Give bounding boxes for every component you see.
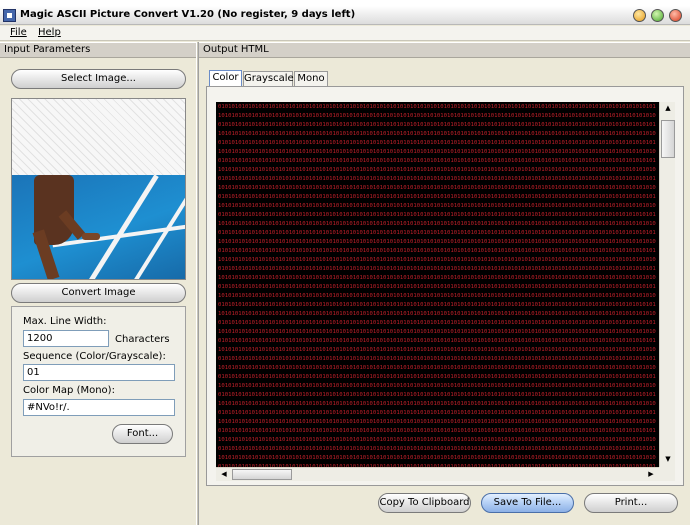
output-panel-header: Output HTML — [199, 42, 690, 58]
window-title: Magic ASCII Picture Convert V1.20 (No re… — [20, 9, 356, 20]
ascii-output-view[interactable]: 0101010101010101010101010101010101010101… — [216, 102, 659, 467]
characters-label: Characters — [115, 334, 170, 345]
menu-bar: File Help — [0, 26, 690, 41]
maximize-button[interactable] — [651, 9, 664, 22]
parameters-group: Max. Line Width: Characters Sequence (Co… — [11, 306, 186, 457]
copy-to-clipboard-button[interactable]: Copy To Clipboard — [378, 493, 471, 513]
scroll-left-icon[interactable]: ◀ — [217, 468, 231, 482]
scroll-up-icon[interactable]: ▲ — [661, 102, 675, 116]
sequence-label: Sequence (Color/Grayscale): — [23, 351, 166, 362]
scroll-down-icon[interactable]: ▼ — [661, 453, 675, 467]
minimize-button[interactable] — [633, 9, 646, 22]
panel-splitter[interactable] — [196, 42, 199, 525]
tab-color[interactable]: Color — [209, 70, 242, 87]
sequence-input[interactable] — [23, 364, 175, 381]
vertical-scroll-thumb[interactable] — [661, 120, 675, 158]
convert-image-button[interactable]: Convert Image — [11, 283, 186, 303]
menu-help[interactable]: Help — [38, 27, 61, 38]
close-button[interactable] — [669, 9, 682, 22]
max-line-width-label: Max. Line Width: — [23, 316, 107, 327]
input-panel-header: Input Parameters — [0, 42, 196, 58]
tab-mono[interactable]: Mono — [294, 71, 328, 87]
max-line-width-input[interactable] — [23, 330, 109, 347]
scroll-corner — [659, 467, 675, 481]
tab-grayscale[interactable]: Grayscale — [243, 71, 294, 87]
input-panel-title: Input Parameters — [4, 44, 91, 55]
vertical-scrollbar[interactable]: ▲ ▼ — [659, 102, 675, 467]
print-button[interactable]: Print... — [584, 493, 678, 513]
preview-photo — [12, 175, 185, 279]
output-panel-title: Output HTML — [203, 44, 269, 55]
horizontal-scrollbar[interactable]: ◀ ▶ — [216, 467, 659, 481]
app-icon — [3, 9, 16, 22]
title-bar: Magic ASCII Picture Convert V1.20 (No re… — [0, 6, 690, 25]
color-map-label: Color Map (Mono): — [23, 385, 115, 396]
color-map-input[interactable] — [23, 399, 175, 416]
scroll-right-icon[interactable]: ▶ — [644, 468, 658, 482]
menu-file[interactable]: File — [10, 27, 27, 38]
ascii-output-text: 0101010101010101010101010101010101010101… — [218, 104, 656, 467]
save-to-file-button[interactable]: Save To File... — [481, 493, 574, 513]
select-image-button[interactable]: Select Image... — [11, 69, 186, 89]
font-button[interactable]: Font... — [112, 424, 173, 444]
image-preview — [11, 98, 186, 280]
horizontal-scroll-thumb[interactable] — [232, 469, 292, 480]
